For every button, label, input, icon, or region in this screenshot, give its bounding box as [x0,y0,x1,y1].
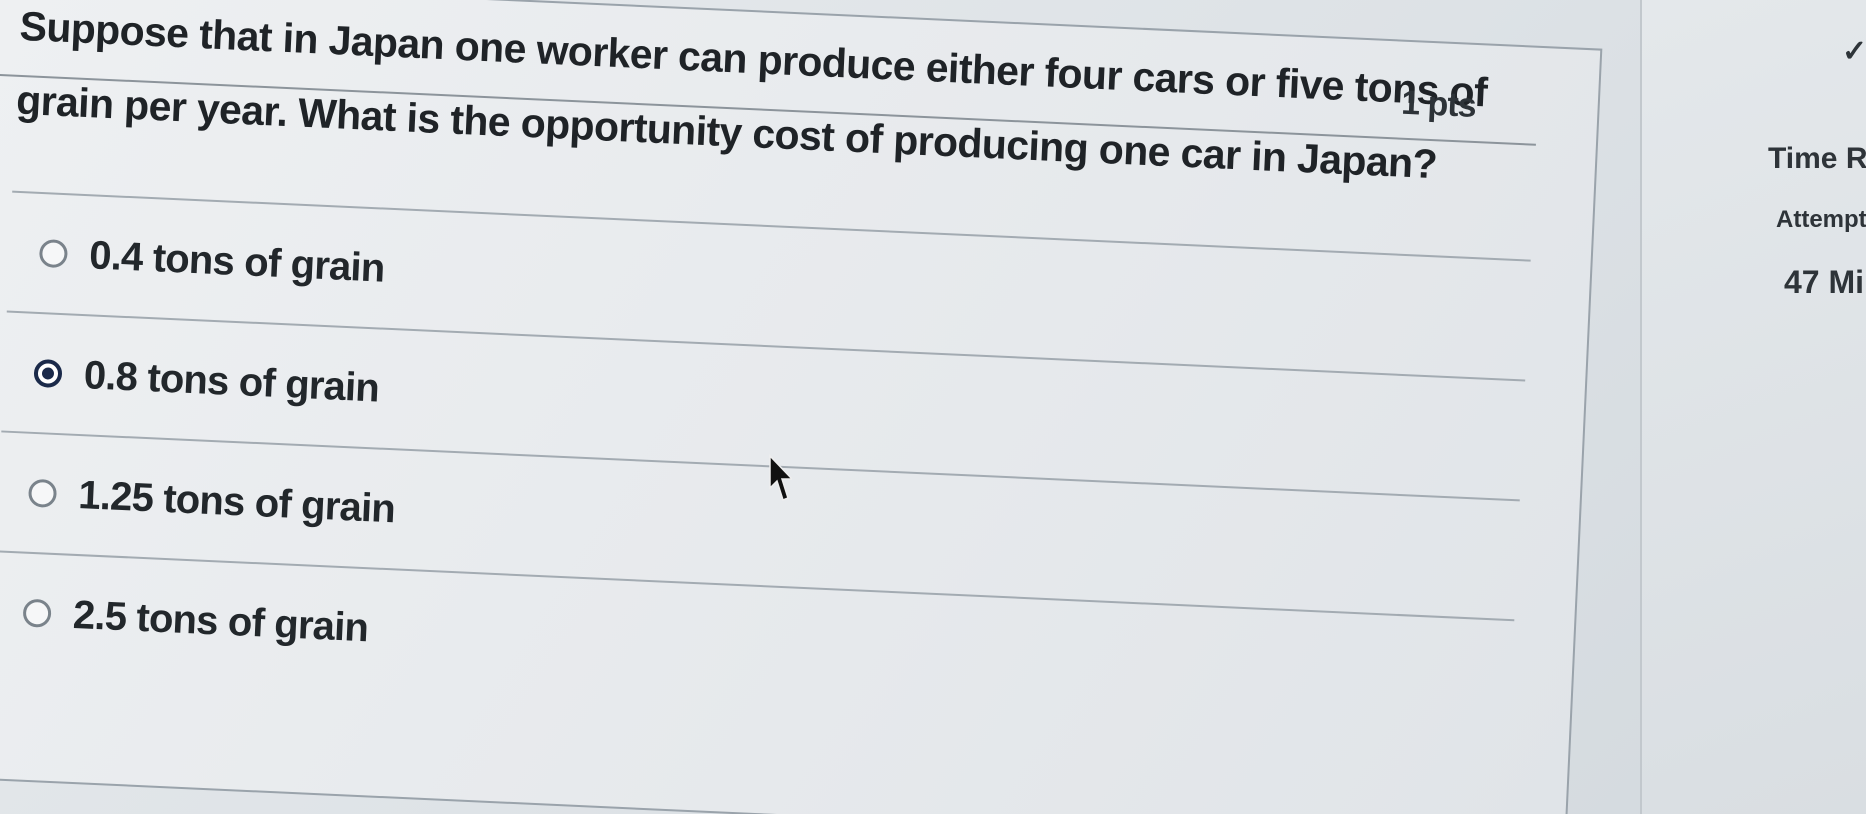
checkmark-icon: ✓ [1842,35,1866,68]
answer-label: 2.5 tons of grain [72,592,370,650]
question-text: Suppose that in Japan one worker can pro… [15,2,1489,188]
screen: Suppose that in Japan one worker can pro… [0,0,1866,814]
radio-button-icon[interactable] [38,238,69,269]
quiz-sidebar: ✓ Time Ru Attempt 47 Mir [1640,0,1866,814]
minutes-remaining: 47 Mir [1784,264,1866,300]
radio-button-icon[interactable] [33,358,63,389]
answer-label: 0.8 tons of grain [82,352,381,411]
mouse-pointer-icon [769,454,792,501]
points-label: 1 pts [1400,83,1477,125]
question-card: Suppose that in Japan one worker can pro… [0,0,1603,814]
attempt-label: Attempt [1776,206,1866,233]
answer-label: 0.4 tons of grain [88,232,386,291]
radio-button-icon[interactable] [22,598,52,628]
question-header: Suppose that in Japan one worker can pro… [0,0,1541,187]
answer-list: 0.4 tons of grain 0.8 tons of grain 1.25… [0,190,1531,740]
answer-label: 1.25 tons of grain [77,472,396,531]
time-running-label: Time Ru [1768,142,1866,175]
radio-button-icon[interactable] [27,478,58,508]
